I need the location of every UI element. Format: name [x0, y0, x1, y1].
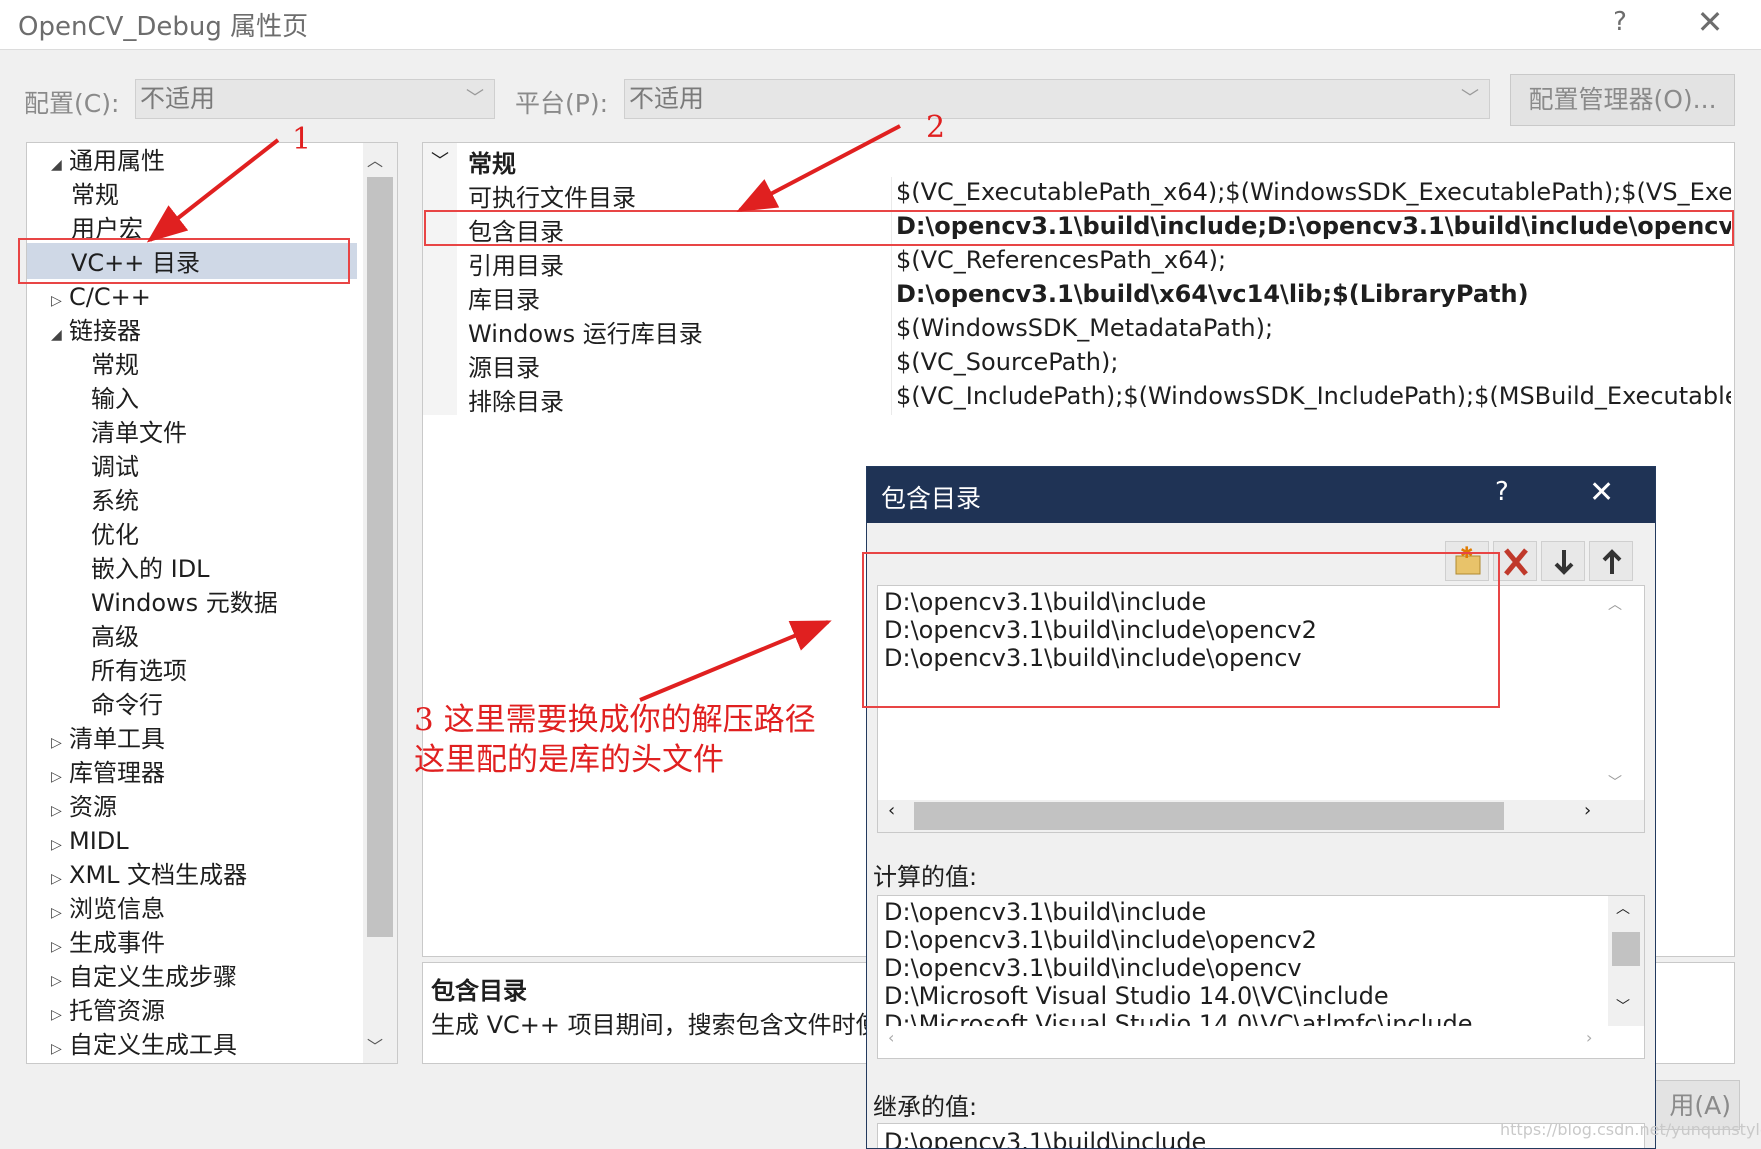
annotation-note-line-1: 3 这里需要换成你的解压路径 [414, 702, 816, 738]
annotation-arrows [146, 124, 901, 702]
annotation-note-line-2: 这里配的是库的头文件 [414, 742, 724, 778]
watermark: https://blog.csdn.net/yunqunstyle98 [1500, 1120, 1761, 1139]
annotation-number-1: 1 [292, 122, 312, 157]
annotation-number-2: 2 [926, 110, 946, 145]
